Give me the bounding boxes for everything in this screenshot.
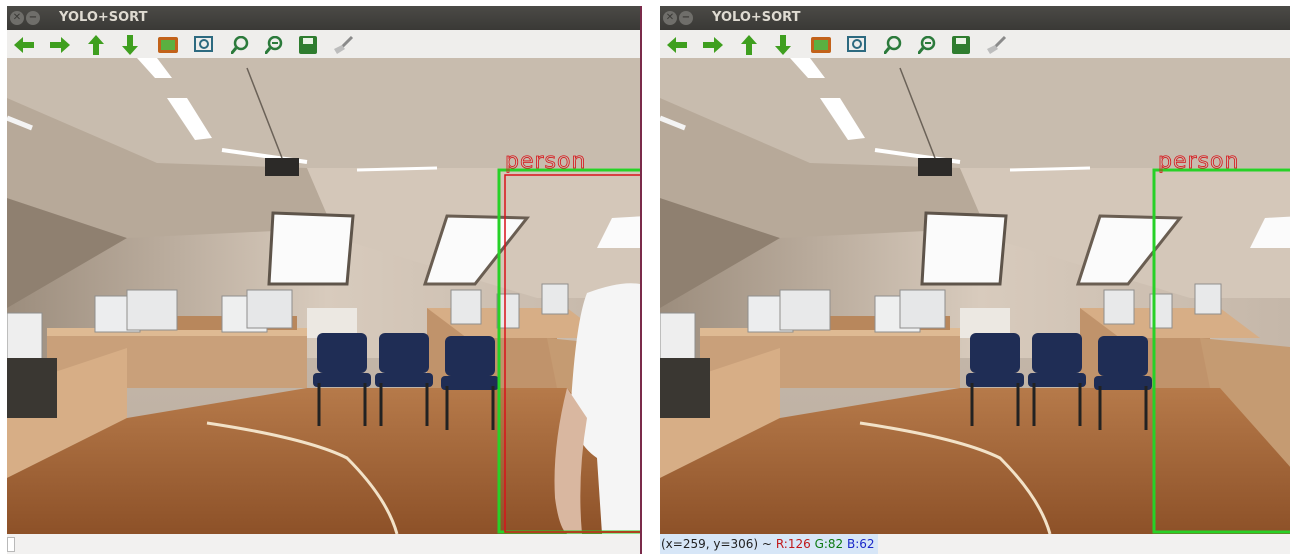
arrow-up-icon[interactable] <box>738 34 760 56</box>
window-title: YOLO+SORT <box>712 10 801 25</box>
window-title: YOLO+SORT <box>59 10 148 25</box>
zoom-out-icon[interactable] <box>916 34 938 56</box>
image-icon[interactable] <box>810 34 832 56</box>
arrow-down-icon[interactable] <box>772 34 794 56</box>
brush-icon[interactable] <box>986 34 1008 56</box>
pixel-blue-value: B:62 <box>847 537 875 551</box>
arrow-right-icon[interactable] <box>702 34 724 56</box>
zoom-in-icon[interactable] <box>229 34 251 56</box>
save-icon[interactable] <box>297 34 319 56</box>
zoom-fit-icon[interactable] <box>193 34 215 56</box>
pixel-green-value: G:82 <box>814 537 844 551</box>
detection-label: person <box>505 149 586 174</box>
close-icon[interactable]: ✕ <box>663 11 677 25</box>
image-icon[interactable] <box>157 34 179 56</box>
status-indicator <box>7 537 15 552</box>
arrow-left-icon[interactable] <box>666 34 688 56</box>
cursor-coords: (x=259, y=306) ~ <box>661 537 772 551</box>
arrow-down-icon[interactable] <box>119 34 141 56</box>
minimize-icon[interactable]: − <box>26 11 40 25</box>
window-titlebar[interactable]: ✕ − YOLO+SORT <box>660 6 1290 30</box>
arrow-left-icon[interactable] <box>13 34 35 56</box>
zoom-fit-icon[interactable] <box>846 34 868 56</box>
detection-label: person <box>1158 149 1239 174</box>
camera-frame[interactable]: person <box>660 58 1290 534</box>
arrow-up-icon[interactable] <box>85 34 107 56</box>
camera-frame[interactable]: person <box>7 58 640 534</box>
zoom-out-icon[interactable] <box>263 34 285 56</box>
toolbar <box>660 30 1290 58</box>
status-bar <box>7 534 640 554</box>
status-bar: (x=259, y=306) ~ R:126 G:82 B:62 <box>660 534 1290 554</box>
scene-image <box>660 58 1290 534</box>
zoom-in-icon[interactable] <box>882 34 904 56</box>
pixel-red-value: R:126 <box>775 537 811 551</box>
image-window-right[interactable]: ✕ − YOLO+SORT person (x=259, y=306) ~ R:1… <box>660 6 1290 554</box>
window-titlebar[interactable]: ✕ − YOLO+SORT <box>7 6 640 30</box>
arrow-right-icon[interactable] <box>49 34 71 56</box>
minimize-icon[interactable]: − <box>679 11 693 25</box>
image-window-left[interactable]: ✕ − YOLO+SORT person <box>7 6 642 554</box>
brush-icon[interactable] <box>333 34 355 56</box>
scene-image <box>7 58 640 534</box>
close-icon[interactable]: ✕ <box>10 11 24 25</box>
save-icon[interactable] <box>950 34 972 56</box>
toolbar <box>7 30 640 58</box>
pixel-readout: (x=259, y=306) ~ R:126 G:82 B:62 <box>660 534 878 554</box>
